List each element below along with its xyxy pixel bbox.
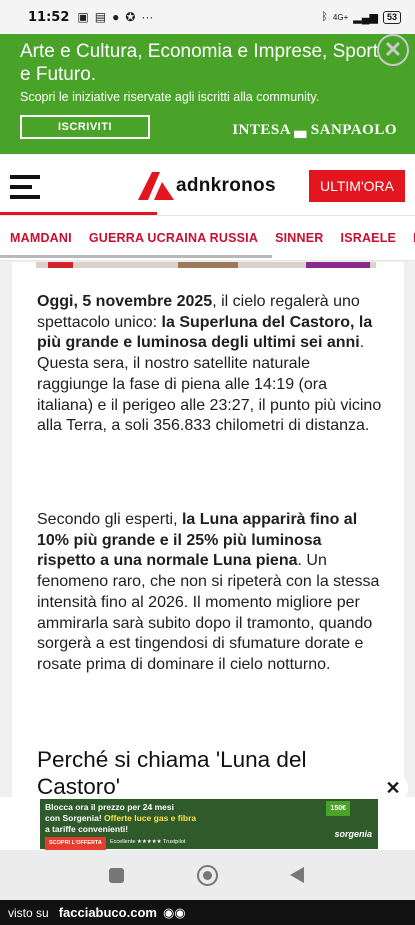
bottom-ad-banner[interactable]: ✕ Blocca ora il prezzo per 24 mesi con S… — [0, 773, 415, 850]
ad-price-badge: 150€ — [326, 801, 350, 816]
sorgenia-ad[interactable]: Blocca ora il prezzo per 24 mesi con Sor… — [40, 799, 378, 850]
ad-offer-button[interactable]: SCOPRI L'OFFERTA — [45, 837, 106, 850]
recents-icon[interactable] — [109, 868, 124, 883]
paragraph-text: . Un fenomeno raro, che non si ripeterà … — [37, 552, 380, 673]
ad-highlight: Offerte luce gas e fibra — [104, 813, 197, 823]
watermark-footer: visto su facciabuco.com ◉◉ — [0, 900, 415, 925]
tag-sinner[interactable]: SINNER — [275, 231, 323, 245]
network-type: 4G+ — [332, 12, 349, 22]
section-heading: Perché si chiama 'Luna del Castoro' — [37, 747, 307, 799]
article-image-edge — [36, 262, 376, 268]
notification-icons: ▣ ▤ ● ✪ ··· — [77, 10, 153, 24]
close-ad-icon[interactable]: ✕ — [378, 773, 408, 803]
article-paragraph: Secondo gli esperti, la Luna apparirà fi… — [37, 510, 382, 676]
tag-guerra-ucraina-russia[interactable]: GUERRA UCRAINA RUSSIA — [89, 231, 258, 245]
ad-headline: Arte e Cultura, Economia e Imprese, Spor… — [20, 41, 378, 85]
back-icon[interactable] — [290, 867, 304, 883]
ad-line: con Sorgenia! Offerte luce gas e fibra — [45, 813, 373, 824]
watermark-site: facciabuco.com — [58, 905, 157, 920]
bluetooth-icon: ᛒ — [321, 11, 328, 23]
android-navigation-bar — [0, 850, 415, 900]
ad-line: Blocca ora il prezzo per 24 mesi — [45, 802, 174, 812]
site-logo[interactable]: adnkronos — [138, 172, 276, 200]
system-icons: ᛒ 4G+ ▂▄▆ 53 — [321, 10, 401, 24]
adnkronos-logo-icon — [138, 172, 174, 200]
sorgenia-logo: sorgenia — [334, 829, 372, 839]
tags-scrollbar[interactable] — [0, 255, 272, 258]
watermark-prefix: visto su — [8, 905, 49, 920]
hamburger-menu-icon[interactable] — [10, 175, 40, 199]
close-icon[interactable]: ✕ — [377, 34, 409, 66]
sim-icon: ▤ — [94, 10, 107, 24]
more-icon: ··· — [141, 10, 154, 24]
article-body: Oggi, 5 novembre 2025, il cielo regalerà… — [12, 262, 404, 842]
ad-subtext: Scopri le iniziative riservate agli iscr… — [20, 90, 320, 104]
eyes-icon: ◉◉ — [162, 904, 186, 920]
tag-israele[interactable]: ISRAELE — [341, 231, 397, 245]
paragraph-text: Secondo gli esperti, — [37, 511, 182, 528]
ad-brand-logo: INTESA ▃ SANPAOLO — [232, 122, 397, 138]
trustpilot-rating: Eccellente ★★★★★ Trustpilot — [110, 839, 186, 845]
article-date: Oggi, 5 novembre 2025 — [37, 293, 213, 310]
site-header: adnkronos ULTIM'ORA — [0, 155, 415, 215]
chat-icon: ● — [112, 10, 120, 24]
nfc-icon: ▣ — [77, 10, 89, 24]
tag-mamdani[interactable]: MAMDANI — [10, 231, 72, 245]
topic-tags-nav[interactable]: MAMDANI GUERRA UCRAINA RUSSIA SINNER ISR… — [0, 215, 415, 261]
ad-text: con Sorgenia! — [45, 813, 105, 823]
subscribe-button[interactable]: ISCRIVITI — [20, 115, 150, 139]
status-bar: 11:52 ▣ ▤ ● ✪ ··· ᛒ 4G+ ▂▄▆ 53 — [0, 0, 415, 34]
article-paragraph: Oggi, 5 novembre 2025, il cielo regalerà… — [37, 292, 382, 437]
home-icon[interactable] — [197, 865, 218, 886]
battery-icon: 53 — [382, 10, 401, 24]
signal-icon: ▂▄▆ — [353, 11, 378, 24]
ultim-ora-button[interactable]: ULTIM'ORA — [309, 170, 405, 202]
status-time: 11:52 — [28, 9, 70, 25]
mute-icon: ✪ — [125, 10, 136, 24]
ad-line: a tariffe convenienti! — [45, 824, 129, 834]
logo-text: adnkronos — [176, 175, 276, 196]
top-ad-banner[interactable]: Arte e Cultura, Economia e Imprese, Spor… — [0, 34, 415, 154]
